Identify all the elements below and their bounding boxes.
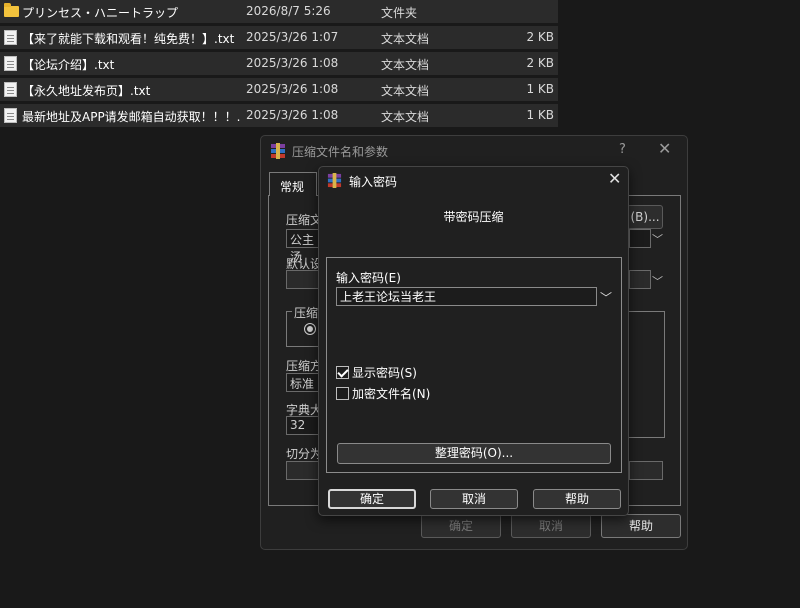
- file-size: 1 KB: [526, 108, 554, 122]
- file-type: 文本文档: [381, 110, 430, 124]
- file-date: 2026/8/7 5:26: [246, 4, 331, 18]
- winrar-icon: [327, 173, 342, 188]
- file-type: 文本文档: [381, 58, 430, 72]
- show-password-checkbox[interactable]: 显示密码(S): [336, 364, 417, 381]
- dialog-title: 输入密码: [349, 175, 398, 189]
- file-name: 【论坛介绍】.txt: [22, 58, 115, 72]
- organize-passwords-button[interactable]: 整理密码(O)...: [337, 443, 611, 464]
- file-type: 文本文档: [381, 84, 430, 98]
- enter-password-dialog: 输入密码 ✕ 带密码压缩 输入密码(E) ﹀ 显示密码(S) 加密文件名(N) …: [318, 166, 629, 516]
- format-group-label: 压缩: [292, 304, 321, 321]
- file-type: 文件夹: [381, 6, 418, 20]
- text-file-icon: [4, 82, 17, 97]
- help-icon[interactable]: ?: [619, 142, 626, 157]
- cancel-button[interactable]: 取消: [511, 514, 591, 538]
- method-label: 压缩方: [286, 359, 323, 373]
- file-name: プリンセス・ハニートラップ: [22, 6, 179, 20]
- help-button[interactable]: 帮助: [601, 514, 681, 538]
- method-select[interactable]: 标准: [286, 373, 320, 392]
- file-size: 2 KB: [526, 30, 554, 44]
- encrypt-filenames-checkbox[interactable]: 加密文件名(N): [336, 385, 430, 402]
- close-icon[interactable]: ✕: [608, 169, 621, 188]
- chevron-down-icon[interactable]: ﹀: [600, 289, 612, 306]
- file-date: 2025/3/26 1:07: [246, 30, 339, 44]
- file-date: 2025/3/26 1:08: [246, 82, 339, 96]
- split-label: 切分为: [286, 447, 323, 461]
- dialog-subtitle: 带密码压缩: [443, 210, 504, 224]
- split-field-end: [629, 461, 663, 480]
- archive-name-field-end: [629, 229, 651, 248]
- browse-button[interactable]: (B)...: [627, 205, 663, 229]
- file-list: プリンセス・ハニートラップ 2026/8/7 5:26 文件夹【来了就能下载和观看！…: [0, 0, 558, 130]
- password-label: 输入密码(E): [336, 271, 401, 285]
- split-field[interactable]: [286, 461, 320, 480]
- file-row[interactable]: 【论坛介绍】.txt 2025/3/26 1:08 文本文档 2 KB: [0, 52, 558, 75]
- text-file-icon: [4, 30, 17, 45]
- file-name: 最新地址及APP请发邮箱自动获取！！！....: [22, 110, 240, 124]
- file-row[interactable]: 【来了就能下载和观看！纯免费！】.txt 2025/3/26 1:07 文本文档 2 …: [0, 26, 558, 49]
- profile-button[interactable]: [286, 270, 320, 289]
- file-size: 2 KB: [526, 56, 554, 70]
- help-button[interactable]: 帮助: [533, 489, 621, 509]
- checkbox-icon[interactable]: [336, 387, 349, 400]
- show-password-label: 显示密码(S): [352, 366, 417, 380]
- checkbox-icon[interactable]: [336, 366, 349, 379]
- text-file-icon: [4, 56, 17, 71]
- chevron-down-icon[interactable]: ﹀: [652, 231, 663, 247]
- password-input[interactable]: [336, 287, 597, 306]
- ok-button[interactable]: 确定: [421, 514, 501, 538]
- file-row[interactable]: 最新地址及APP请发邮箱自动获取！！！.... 2025/3/26 1:08 文本文…: [0, 104, 558, 127]
- winrar-icon: [271, 143, 285, 159]
- dialog-title: 压缩文件名和参数: [292, 145, 389, 159]
- file-size: 1 KB: [526, 82, 554, 96]
- ok-button[interactable]: 确定: [328, 489, 416, 509]
- tab-general[interactable]: 常规: [269, 172, 317, 196]
- file-row[interactable]: 【永久地址发布页】.txt 2025/3/26 1:08 文本文档 1 KB: [0, 78, 558, 101]
- encrypt-filenames-label: 加密文件名(N): [352, 387, 431, 401]
- profile-dropdown[interactable]: [629, 270, 651, 289]
- file-name: 【来了就能下载和观看！纯免费！】.txt: [22, 32, 235, 46]
- close-icon[interactable]: ✕: [658, 139, 671, 158]
- text-file-icon: [4, 108, 17, 123]
- radio-button[interactable]: [304, 323, 316, 335]
- cancel-button[interactable]: 取消: [430, 489, 518, 509]
- file-type: 文本文档: [381, 32, 430, 46]
- file-date: 2025/3/26 1:08: [246, 56, 339, 70]
- file-row[interactable]: プリンセス・ハニートラップ 2026/8/7 5:26 文件夹: [0, 0, 558, 23]
- chevron-down-icon[interactable]: ﹀: [652, 273, 663, 289]
- archive-name-label: 压缩文: [286, 213, 323, 227]
- file-date: 2025/3/26 1:08: [246, 108, 339, 122]
- options-group: [627, 311, 665, 438]
- dictionary-select[interactable]: 32: [286, 416, 320, 435]
- folder-icon: [4, 3, 19, 17]
- file-name: 【永久地址发布页】.txt: [22, 84, 151, 98]
